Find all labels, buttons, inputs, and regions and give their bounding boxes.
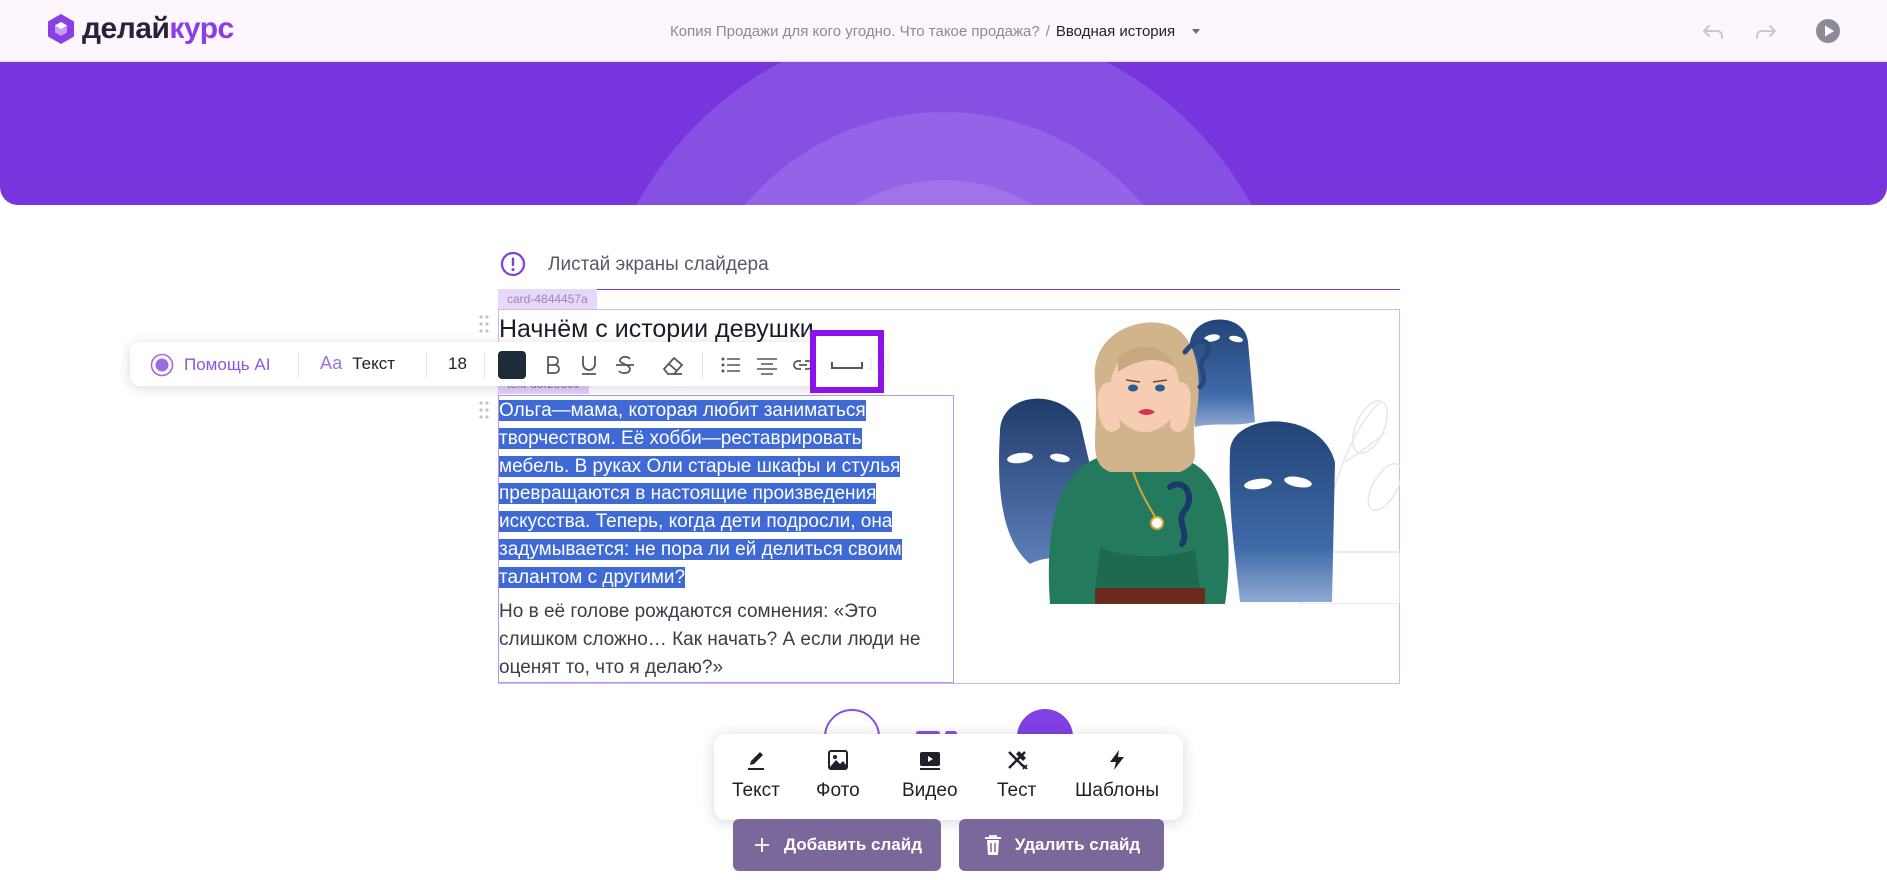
selected-line: превращаются в настоящие произведения bbox=[499, 483, 877, 505]
logo[interactable]: делайкурс bbox=[46, 13, 234, 45]
breadcrumb-course[interactable]: Копия Продажи для кого угодно. Что такое… bbox=[670, 23, 1040, 40]
text-style-icon: Аа bbox=[320, 353, 343, 373]
insert-toolbar: Текст Фото Видео Тест Шаблоны bbox=[714, 734, 1183, 820]
drag-handle-icon[interactable] bbox=[478, 400, 490, 420]
space-button-highlight[interactable] bbox=[810, 330, 884, 393]
image-icon bbox=[827, 750, 848, 770]
insert-text-button[interactable]: Текст bbox=[732, 748, 780, 802]
strikethrough-icon[interactable] bbox=[612, 352, 638, 378]
pen-icon bbox=[747, 752, 764, 770]
font-size-select[interactable]: 18 bbox=[448, 354, 467, 374]
breadcrumb-separator: / bbox=[1045, 22, 1050, 40]
insert-video-button[interactable]: Видео bbox=[902, 748, 958, 802]
insert-templates-button[interactable]: Шаблоны bbox=[1075, 748, 1159, 802]
selected-paragraph[interactable]: Ольга—мама, которая любит заниматься тво… bbox=[499, 397, 949, 592]
cube-logo-icon bbox=[48, 14, 74, 44]
toolbar-divider bbox=[426, 352, 427, 378]
trash-icon bbox=[984, 835, 1001, 855]
plus-icon bbox=[754, 838, 769, 852]
cover-banner bbox=[0, 62, 1887, 205]
selected-line: Ольга—мама, которая любит заниматься bbox=[499, 400, 866, 421]
align-center-icon[interactable] bbox=[754, 352, 780, 378]
selected-line: талантом с другими? bbox=[499, 566, 686, 588]
illustration-image[interactable] bbox=[990, 312, 1400, 604]
selected-line: творчеством. Её хобби—реставрировать bbox=[499, 427, 862, 449]
bolt-icon bbox=[1110, 750, 1125, 770]
add-slide-button[interactable]: Добавить слайд bbox=[733, 819, 941, 871]
space-icon bbox=[831, 362, 863, 369]
drag-handle-icon[interactable] bbox=[478, 314, 490, 334]
play-icon[interactable] bbox=[1815, 18, 1841, 44]
card-id-tag: card-4844457a bbox=[498, 289, 597, 309]
format-toolbar: Помощь AI Аа Текст 18 15 bbox=[130, 342, 885, 386]
slider-hint: Листай экраны слайдера bbox=[498, 250, 1400, 290]
ai-icon bbox=[150, 353, 174, 377]
undo-icon[interactable] bbox=[1700, 18, 1726, 44]
ai-assist-button[interactable]: Помощь AI bbox=[150, 353, 270, 377]
insert-photo-button[interactable]: Фото bbox=[816, 748, 860, 802]
selected-line: искусства. Теперь, когда дети подросли, … bbox=[499, 511, 893, 533]
breadcrumb-lesson[interactable]: Вводная история bbox=[1056, 23, 1175, 40]
text-color-picker[interactable] bbox=[498, 351, 526, 379]
chevron-down-icon[interactable] bbox=[1189, 24, 1203, 38]
list-icon[interactable] bbox=[718, 352, 744, 378]
test-icon bbox=[1007, 751, 1028, 770]
exclamation-circle-icon bbox=[500, 251, 526, 277]
insert-test-button[interactable]: Тест bbox=[997, 748, 1036, 802]
toolbar-divider bbox=[484, 352, 485, 378]
hint-text: Листай экраны слайдера bbox=[548, 254, 769, 275]
redo-icon[interactable] bbox=[1753, 18, 1779, 44]
delete-slide-button[interactable]: Удалить слайд bbox=[959, 819, 1164, 871]
underline-icon[interactable] bbox=[576, 352, 602, 378]
eraser-icon[interactable] bbox=[660, 352, 686, 378]
selected-line: задумывается: не пора ли ей делиться сво… bbox=[499, 538, 902, 560]
selected-line: мебель. В руках Оли старые шкафы и стуль… bbox=[499, 455, 901, 477]
breadcrumb: Копия Продажи для кого угодно. Что такое… bbox=[670, 21, 1203, 41]
toolbar-divider bbox=[702, 352, 703, 378]
logo-text: делайкурс bbox=[82, 12, 234, 45]
paragraph[interactable]: Но в её голове рождаются сомнения: «Это … bbox=[499, 598, 949, 681]
top-bar: делайкурс Копия Продажи для кого угодно.… bbox=[0, 0, 1887, 62]
text-style-select[interactable]: Аа Текст bbox=[320, 353, 395, 374]
bold-icon[interactable] bbox=[540, 352, 566, 378]
video-icon bbox=[919, 752, 940, 770]
slide-heading[interactable]: Начнём с истории девушки. bbox=[499, 313, 821, 345]
toolbar-divider bbox=[298, 352, 299, 378]
